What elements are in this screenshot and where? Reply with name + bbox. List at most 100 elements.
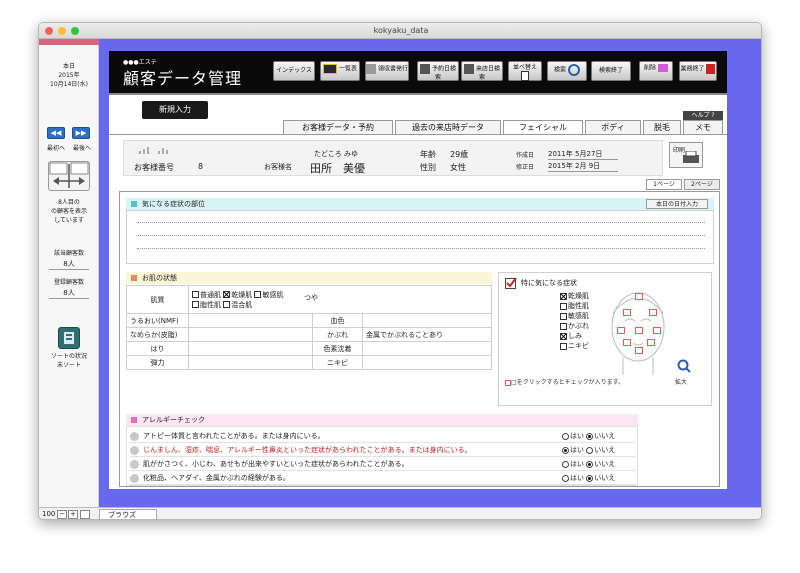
zoom-window-button[interactable] (71, 27, 79, 35)
allergy-answer-4[interactable]: はい いいえ (562, 471, 615, 485)
layout-stage: ●●●エステ 顧客データ管理 インデックス 一覧表 領収書発行 予約日検索 来店… (99, 39, 761, 507)
find-button[interactable]: 検索 (547, 61, 587, 81)
face-zone-left-temple[interactable] (623, 309, 631, 316)
mode-indicator[interactable]: ブラウズ (99, 509, 157, 519)
symptoms-box: 特に気になる症状 拡大 □をクリックするとチェックが入ります。 (498, 272, 712, 406)
memo-line (137, 222, 705, 223)
question-icon (130, 459, 139, 469)
tab-customer-data[interactable]: お客様データ・予約 (283, 120, 393, 134)
allergy-section-title: アレルギーチェック (142, 416, 205, 424)
customer-name-label: お客様名 (264, 163, 292, 171)
face-zone-nose[interactable] (635, 327, 643, 334)
symptom-sensitive[interactable]: 敏感肌 (560, 311, 589, 321)
divider (49, 269, 89, 270)
face-zone-left-cheek[interactable] (617, 327, 625, 334)
allergy-answer-3[interactable]: はい いいえ (562, 457, 615, 471)
zoom-in-button[interactable]: + (68, 510, 78, 519)
table-icon (521, 71, 529, 81)
memo-line (137, 235, 705, 236)
find-end-button[interactable]: 検索終了 (591, 61, 631, 81)
tab-memo[interactable]: メモ (683, 120, 723, 134)
new-entry-button[interactable]: 新規入力 (142, 101, 208, 119)
age-value: 29歳 (450, 150, 469, 159)
complexion-field[interactable] (362, 313, 492, 328)
face-zone-forehead[interactable] (635, 293, 643, 300)
window-title: kokyaku_data (373, 26, 429, 35)
firmness-field[interactable] (188, 341, 313, 356)
allergy-question-2: じんましん、湿疹、喘息、アレルギー性鼻炎といった症状があらわれたことがある。また… (130, 443, 636, 457)
skin-type-oily[interactable]: 脂性肌 (192, 301, 221, 309)
arrow-cross-icon (49, 162, 89, 188)
minimize-window-button[interactable] (58, 27, 66, 35)
magnifier-icon[interactable] (677, 359, 691, 373)
insert-today-button[interactable]: 本日の日付入力 (646, 199, 708, 209)
symptom-acne[interactable]: ニキビ (560, 341, 589, 351)
gender-value: 女性 (450, 163, 466, 172)
skin-type-normal[interactable]: 普通肌 (192, 291, 221, 299)
smoothness-field[interactable] (188, 327, 313, 342)
pigment-field[interactable] (362, 341, 492, 356)
list-button[interactable]: 一覧表 (320, 61, 360, 81)
allergy-question-3: 肌がかさつく、小じわ、あせもが出来やすいといった症状があらわれたことがある。 は… (130, 457, 636, 471)
zoom-out-button[interactable]: − (57, 510, 67, 519)
checkbox-icon (560, 342, 567, 350)
delete-button[interactable]: 削除 (639, 61, 673, 81)
checkbox-checked-icon (560, 332, 567, 340)
print-button[interactable]: 印刷 (669, 142, 703, 168)
allergy-answer-2[interactable]: はい いいえ (562, 443, 615, 457)
header-bar: ●●●エステ 顧客データ管理 インデックス 一覧表 領収書発行 予約日検索 来店… (109, 51, 727, 93)
radio-icon (562, 474, 569, 482)
face-zone-right-cheek[interactable] (653, 327, 661, 334)
checkbox-checked-icon (223, 291, 231, 298)
age-label: 年齢 (420, 150, 436, 159)
face-zone-left-jaw[interactable] (623, 339, 631, 346)
first-record-button[interactable]: ◀◀ (47, 127, 65, 139)
last-label: 最後へ (72, 145, 91, 152)
last-record-button[interactable]: ▶▶ (72, 127, 90, 139)
sort-button[interactable] (58, 327, 80, 349)
section-marker (131, 201, 137, 207)
close-window-button[interactable] (45, 27, 53, 35)
concern-area-box[interactable] (126, 210, 714, 264)
calendar-icon (420, 64, 431, 74)
symptom-oily[interactable]: 脂性肌 (560, 301, 589, 311)
face-zone-chin[interactable] (635, 347, 643, 354)
question-icon (130, 445, 139, 455)
quit-button[interactable]: 業務終了 (679, 61, 717, 81)
elasticity-field[interactable] (188, 355, 313, 370)
checkbox-icon (560, 312, 567, 320)
modified-label: 修正日 (516, 164, 535, 171)
symptom-rash[interactable]: かぶれ (560, 321, 589, 331)
tab-body[interactable]: ボディ (585, 120, 641, 134)
zoom-level: 100 (42, 510, 56, 518)
allergy-answer-1[interactable]: はい いいえ (562, 429, 615, 443)
toggle-status-button[interactable] (80, 510, 90, 519)
radio-selected-icon (562, 446, 569, 454)
receipt-button[interactable]: 領収書発行 (365, 61, 409, 81)
skin-type-combination[interactable]: 混合肌 (223, 301, 252, 309)
skin-type-dry[interactable]: 乾燥肌 (223, 291, 252, 299)
face-zone-right-jaw[interactable] (647, 339, 655, 346)
checkmark-icon (505, 277, 517, 289)
zoom-label: 拡大 (675, 379, 688, 386)
symptom-spots[interactable]: しみ (560, 331, 582, 341)
sort-records-button[interactable]: 並べ替え (508, 61, 542, 81)
tab-hair-removal[interactable]: 脱毛 (643, 120, 681, 134)
visit-search-button[interactable]: 来店日検索 (461, 61, 503, 81)
modified-date: 2015年 2月 9日 (548, 161, 618, 172)
status-bar: 100 − + ブラウズ (39, 507, 761, 519)
acne-field[interactable] (362, 355, 492, 370)
tab-facial[interactable]: フェイシャル (503, 120, 583, 135)
tab-page-1[interactable]: 1ページ (646, 179, 682, 190)
tab-past-visits[interactable]: 過去の来店時データ (395, 120, 501, 134)
symptom-dry[interactable]: 乾燥肌 (560, 291, 589, 301)
reservation-search-button[interactable]: 予約日検索 (417, 61, 459, 81)
tab-page-2[interactable]: 2ページ (684, 179, 720, 190)
skin-type-sensitive[interactable]: 敏感肌 (254, 291, 283, 299)
index-button[interactable]: インデックス (273, 61, 315, 81)
moisture-field[interactable] (188, 313, 313, 328)
first-label: 最初へ (46, 145, 65, 152)
record-navigator[interactable] (48, 161, 90, 191)
rash-field[interactable]: 金属でかぶれることあり (362, 327, 492, 342)
face-zone-right-temple[interactable] (649, 309, 657, 316)
